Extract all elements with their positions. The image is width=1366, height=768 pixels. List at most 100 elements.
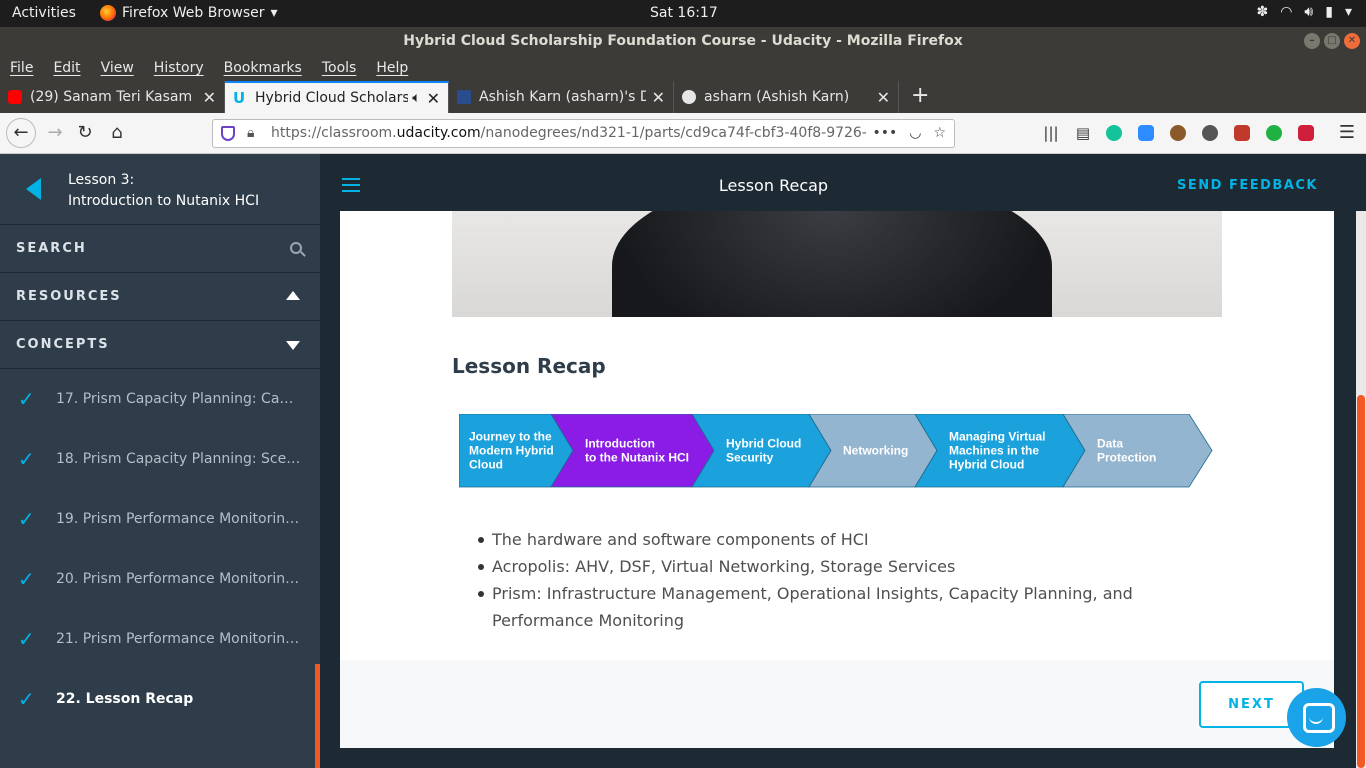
concept-item-current[interactable]: ✓ 22. Lesson Recap (0, 669, 320, 729)
cookie-icon[interactable] (1170, 125, 1186, 141)
content-heading: Lesson Recap (452, 354, 606, 378)
speaker-icon[interactable]: 🔈︎ (412, 90, 420, 106)
classroom-header: Lesson Recap SEND FEEDBACK (320, 154, 1366, 211)
page-scrollbar[interactable] (1356, 211, 1366, 768)
flow-step-label: Managing Virtual (949, 430, 1045, 444)
flow-step-label: Machines in the (949, 444, 1039, 458)
battery-icon[interactable]: ▮ (1325, 4, 1333, 20)
flow-step-label: Journey to the (469, 430, 552, 444)
tab-github[interactable]: asharn (Ashish Karn) ✕ (674, 81, 899, 113)
close-icon[interactable]: ✕ (877, 88, 890, 107)
new-tab-button[interactable]: + (899, 81, 941, 113)
lock-icon[interactable]: 🔒︎ (247, 120, 254, 147)
extension-grid-icon[interactable] (1298, 125, 1314, 141)
menu-history[interactable]: History (154, 56, 204, 81)
flow-step-label: Security (726, 451, 774, 465)
app-menu-label: Firefox Web Browser (122, 5, 265, 21)
scrollbar-thumb[interactable] (1357, 395, 1365, 768)
concepts-row[interactable]: CONCEPTS (0, 321, 320, 369)
close-icon[interactable]: ✕ (203, 88, 216, 107)
resources-row[interactable]: RESOURCES (0, 273, 320, 321)
recap-item: The hardware and software components of … (478, 526, 1212, 553)
tab-profile[interactable]: Ashish Karn (asharn)'s De ✕ (449, 81, 674, 113)
sidebar-toggle-icon[interactable]: ▤ (1070, 121, 1096, 147)
tab-label: asharn (Ashish Karn) (704, 89, 850, 105)
menu-edit[interactable]: Edit (53, 56, 80, 81)
account-icon[interactable] (1202, 125, 1218, 141)
reload-button[interactable]: ↻ (72, 121, 98, 147)
youtube-icon (8, 90, 22, 104)
lesson-name: Introduction to Nutanix HCI (68, 193, 260, 209)
main-content: Lesson Recap Journey to the Modern Hybrid… (320, 211, 1366, 768)
concept-item[interactable]: ✓ 20. Prism Performance Monitoring… (0, 549, 320, 609)
send-feedback-link[interactable]: SEND FEEDBACK (1177, 178, 1318, 193)
grammarly-icon[interactable] (1106, 125, 1122, 141)
concept-item[interactable]: ✓ 19. Prism Performance Monitoring… (0, 489, 320, 549)
activities-button[interactable]: Activities (12, 5, 76, 21)
tracking-protection-icon[interactable] (221, 126, 235, 141)
checkmark-icon: ✓ (18, 687, 35, 711)
page-actions-icon[interactable]: ••• (872, 120, 897, 147)
pocket-icon[interactable]: ◡ (909, 120, 921, 147)
url-bar[interactable]: 🔒︎ https://classroom.udacity.com/nanodeg… (212, 119, 955, 148)
tab-youtube[interactable]: (29) Sanam Teri Kasam Fu ✕ (0, 81, 225, 113)
chat-icon[interactable] (1287, 688, 1346, 747)
tab-udacity[interactable]: U Hybrid Cloud Scholarsh 🔈︎ ✕ (225, 81, 449, 113)
menu-view[interactable]: View (101, 56, 134, 81)
concepts-label: CONCEPTS (16, 337, 110, 352)
udacity-icon: U (233, 89, 246, 107)
collapse-icon (286, 291, 300, 300)
recap-item: Acropolis: AHV, DSF, Virtual Networking,… (478, 553, 1212, 580)
back-arrow-icon[interactable] (26, 178, 41, 200)
checkmark-icon: ✓ (18, 507, 35, 531)
video-player[interactable] (452, 211, 1222, 317)
search-icon[interactable] (290, 242, 302, 254)
home-button[interactable]: ⌂ (104, 121, 130, 147)
menu-bookmarks[interactable]: Bookmarks (224, 56, 302, 81)
system-top-bar: Activities Firefox Web Browser ▾ Sat 16:… (0, 0, 1366, 27)
back-button[interactable]: ← (6, 118, 36, 148)
menu-help[interactable]: Help (376, 56, 408, 81)
checkmark-icon: ✓ (18, 387, 35, 411)
close-icon[interactable]: ✕ (427, 89, 440, 108)
volume-icon[interactable]: 🔊︎ (1304, 4, 1313, 20)
checkmark-icon: ✓ (18, 447, 35, 471)
accessibility-icon[interactable]: ✽ (1256, 4, 1268, 20)
library-icon[interactable]: ||| (1038, 121, 1064, 147)
bookmark-star-icon[interactable]: ☆ (933, 120, 946, 147)
concept-label: 19. Prism Performance Monitoring… (56, 511, 301, 527)
system-tray[interactable]: ✽ ◠ 🔊︎ ▮ ▾ (1256, 4, 1352, 20)
flow-step: DataProtection (1062, 414, 1213, 488)
zoom-icon[interactable] (1138, 125, 1154, 141)
forward-button[interactable]: → (42, 121, 68, 147)
hamburger-menu-icon[interactable]: ☰ (1334, 121, 1360, 147)
menu-file[interactable]: File (10, 56, 33, 81)
concept-item[interactable]: ✓ 17. Prism Capacity Planning: Capac… (0, 369, 320, 429)
concept-item[interactable]: ✓ 21. Prism Performance Monitoring… (0, 609, 320, 669)
url-path: /nanodegrees/nd321-1/parts/cd9ca74f-cbf3… (480, 125, 867, 141)
flow-step-label: Hybrid Cloud (726, 437, 801, 451)
lesson-flow-diagram: Journey to theModern HybridCloud Introduc… (459, 414, 1213, 488)
menu-bar: File Edit View History Bookmarks Tools H… (0, 56, 1366, 81)
concept-list: ✓ 17. Prism Capacity Planning: Capac… ✓ … (0, 369, 320, 729)
close-icon[interactable]: ✕ (652, 88, 665, 107)
maximize-button[interactable]: □ (1324, 33, 1340, 49)
firefox-icon (100, 5, 116, 21)
flow-step: Journey to theModern HybridCloud (459, 414, 574, 488)
close-window-button[interactable]: ✕ (1344, 33, 1360, 49)
chevron-down-icon[interactable]: ▾ (1345, 4, 1352, 20)
search-row[interactable]: SEARCH (0, 225, 320, 273)
window-title-bar: Hybrid Cloud Scholarship Foundation Cour… (0, 27, 1366, 56)
recap-list: The hardware and software components of … (478, 526, 1212, 634)
flow-step-label: Introduction (585, 437, 655, 451)
menu-tools[interactable]: Tools (322, 56, 357, 81)
app-menu[interactable]: Firefox Web Browser ▾ (100, 5, 278, 21)
minimize-button[interactable]: – (1304, 33, 1320, 49)
concept-item[interactable]: ✓ 18. Prism Capacity Planning: Scena… (0, 429, 320, 489)
chevron-down-icon: ▾ (270, 5, 278, 21)
clock[interactable]: Sat 16:17 (650, 5, 718, 21)
extension-red-icon[interactable] (1234, 125, 1250, 141)
extension-green-icon[interactable] (1266, 125, 1282, 141)
wifi-icon[interactable]: ◠ (1280, 4, 1292, 20)
concept-label: 18. Prism Capacity Planning: Scena… (56, 451, 301, 467)
